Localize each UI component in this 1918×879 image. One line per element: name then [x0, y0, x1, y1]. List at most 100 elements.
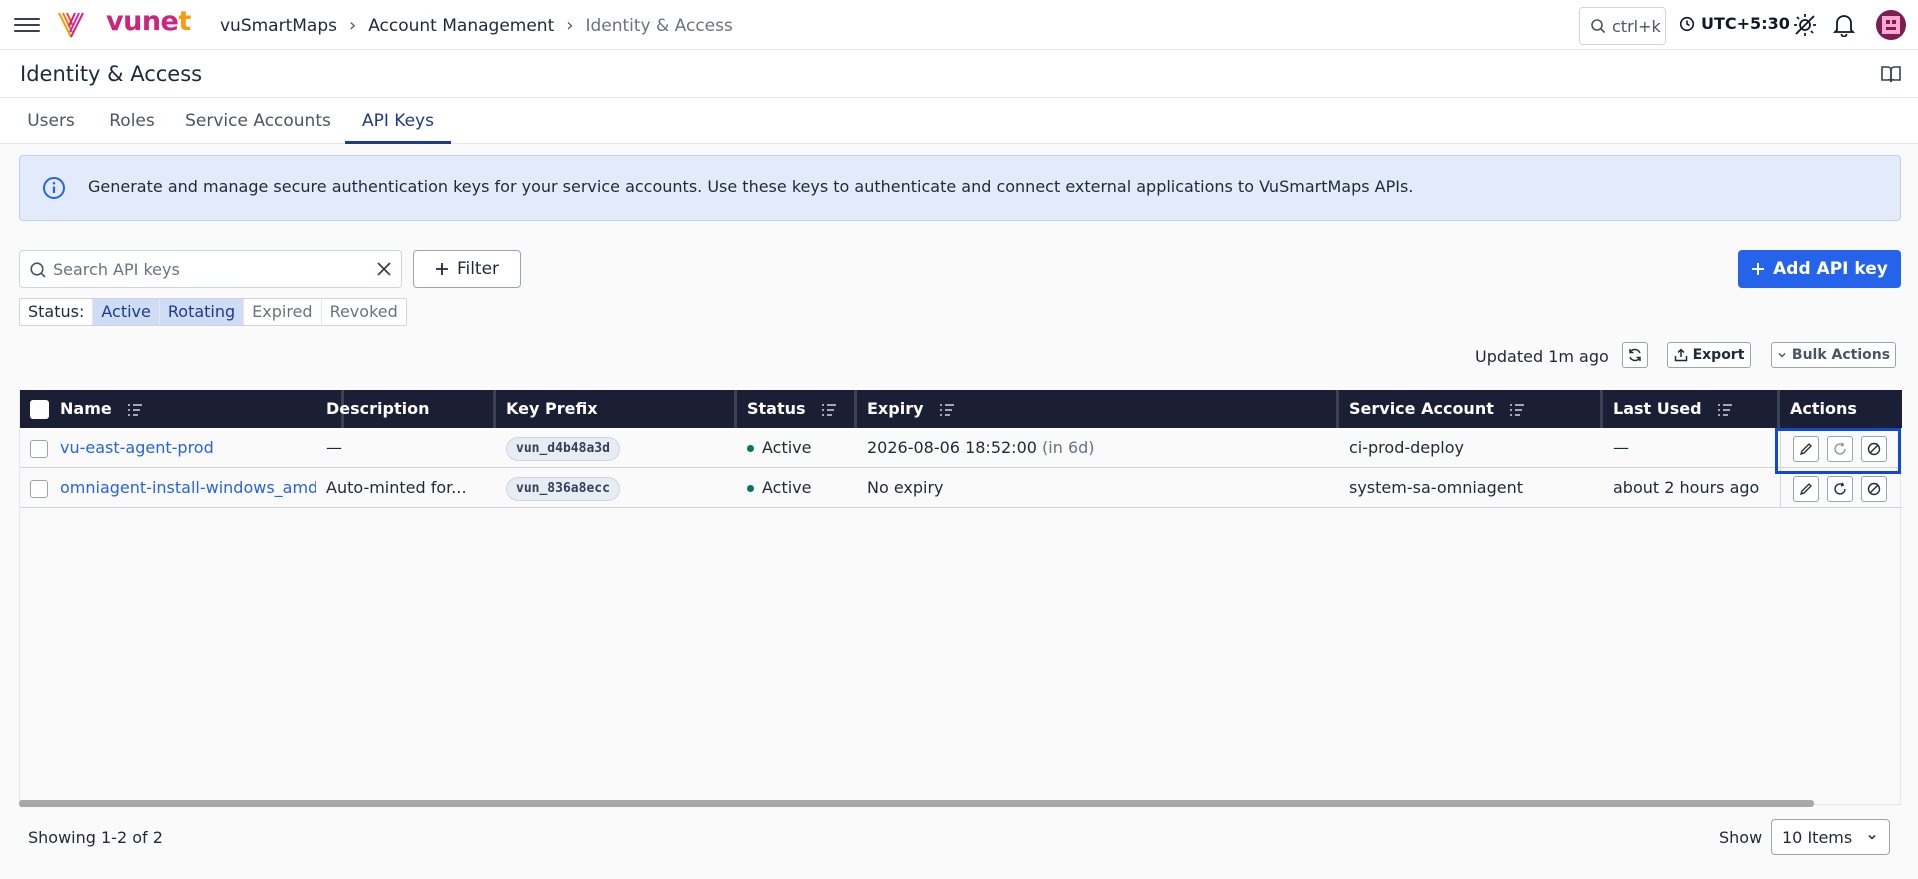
book-icon[interactable]	[1880, 64, 1902, 84]
expiry-cell: 2026-08-06 18:52:00 (in 6d)	[857, 428, 1339, 468]
export-button[interactable]: Export	[1667, 342, 1751, 368]
column-header-expiry[interactable]: Expiry	[857, 390, 1339, 428]
pencil-icon	[1799, 443, 1812, 456]
column-header-key-prefix: Key Prefix	[496, 390, 737, 428]
column-header-description: Description	[316, 390, 496, 428]
api-key-name-link[interactable]: omniagent-install-windows_amd64	[50, 468, 316, 508]
main-content: Generate and manage secure authenticatio…	[0, 144, 1918, 879]
info-banner-text: Generate and manage secure authenticatio…	[88, 177, 1414, 196]
key-prefix-badge: vun_836a8ecc	[506, 476, 620, 501]
table-row: omniagent-install-windows_amd64 Auto-min…	[20, 468, 1902, 508]
tab-roles[interactable]: Roles	[105, 98, 159, 144]
status-cell: Active	[737, 468, 857, 508]
key-prefix-cell: vun_836a8ecc	[496, 468, 737, 508]
status-option-rotating[interactable]: Rotating	[158, 299, 244, 325]
horizontal-scrollbar[interactable]	[19, 800, 1814, 807]
sort-icon[interactable]	[1717, 403, 1733, 417]
search-icon	[30, 262, 46, 278]
status-cell: Active	[737, 428, 857, 468]
row-checkbox[interactable]	[30, 440, 48, 458]
status-option-expired[interactable]: Expired	[243, 299, 320, 325]
column-header-status[interactable]: Status	[737, 390, 857, 428]
bulk-actions-button[interactable]: Bulk Actions	[1771, 342, 1896, 368]
plus-icon	[1752, 263, 1765, 275]
ban-icon	[1867, 442, 1881, 456]
status-option-active[interactable]: Active	[92, 299, 159, 325]
refresh-button[interactable]	[1622, 342, 1648, 368]
search-icon	[1591, 19, 1606, 34]
column-header-name[interactable]: Name	[50, 390, 344, 428]
plus-icon	[435, 263, 448, 275]
refresh-icon	[1629, 348, 1641, 362]
status-filter: Status: Active Rotating Expired Revoked	[19, 298, 407, 326]
menu-icon[interactable]	[14, 14, 40, 36]
status-text: Active	[762, 438, 812, 457]
sort-icon[interactable]	[1509, 403, 1525, 417]
user-avatar[interactable]	[1876, 10, 1906, 40]
edit-button[interactable]	[1793, 476, 1819, 502]
sort-icon[interactable]	[127, 403, 143, 417]
sort-icon[interactable]	[821, 403, 837, 417]
api-keys-table: Name Description Key Prefix Status Expir…	[19, 390, 1902, 805]
tab-users[interactable]: Users	[20, 98, 82, 144]
page-header: Identity & Access	[0, 50, 1918, 98]
ban-icon	[1867, 482, 1881, 496]
page-title: Identity & Access	[20, 62, 203, 86]
column-header-last-used[interactable]: Last Used	[1603, 390, 1780, 428]
select-all-checkbox[interactable]	[30, 400, 49, 419]
breadcrumb-identity-access: Identity & Access	[585, 15, 733, 36]
search-shortcut: ctrl+k	[1612, 16, 1661, 36]
page-size-select[interactable]: 10 Items	[1771, 819, 1890, 855]
status-text: Active	[762, 478, 812, 497]
row-checkbox[interactable]	[30, 480, 48, 498]
sort-icon[interactable]	[939, 403, 955, 417]
status-dot	[747, 485, 754, 492]
top-bar: vunet vuSmartMaps › Account Management ›…	[0, 0, 1918, 50]
filter-button[interactable]: Filter	[413, 250, 521, 288]
breadcrumb: vuSmartMaps › Account Management › Ident…	[220, 15, 733, 36]
global-search-button[interactable]: ctrl+k	[1579, 7, 1666, 45]
theme-toggle-icon[interactable]	[1792, 12, 1818, 38]
add-api-key-button[interactable]: Add API key	[1738, 250, 1901, 288]
api-key-name-link[interactable]: vu-east-agent-prod	[50, 428, 316, 468]
status-option-revoked[interactable]: Revoked	[320, 299, 406, 325]
rotate-button[interactable]	[1827, 476, 1853, 502]
breadcrumb-account-management[interactable]: Account Management	[368, 16, 554, 36]
column-header-service-account[interactable]: Service Account	[1339, 390, 1603, 428]
api-key-description: Auto-minted for...	[326, 478, 467, 497]
rotate-icon	[1834, 482, 1846, 495]
tab-api-keys[interactable]: API Keys	[345, 98, 451, 144]
service-account-cell: ci-prod-deploy	[1349, 438, 1464, 457]
bulk-actions-label: Bulk Actions	[1791, 347, 1891, 363]
rotate-button[interactable]	[1827, 436, 1853, 462]
breadcrumb-vusmartmaps[interactable]: vuSmartMaps	[220, 16, 337, 36]
expiry-cell: No expiry	[857, 468, 1339, 508]
chevron-down-icon	[1778, 352, 1786, 358]
api-key-description: —	[326, 438, 342, 457]
bell-icon[interactable]	[1831, 12, 1857, 38]
tab-bar: Users Roles Service Accounts API Keys	[0, 98, 1918, 144]
timezone-selector[interactable]: UTC+5:30	[1679, 14, 1790, 33]
vunet-logo-icon	[58, 12, 84, 38]
status-dot	[747, 445, 754, 452]
rotate-icon	[1834, 442, 1846, 455]
close-icon[interactable]	[375, 260, 393, 278]
key-prefix-cell: vun_d4b48a3d	[496, 428, 737, 468]
info-icon	[43, 177, 65, 199]
edit-button[interactable]	[1793, 436, 1819, 462]
timezone-label: UTC+5:30	[1701, 14, 1790, 33]
revoke-button[interactable]	[1861, 436, 1887, 462]
expiry-date: 2026-08-06 18:52:00	[867, 438, 1037, 457]
api-key-search	[19, 250, 402, 288]
vunet-logo: vunet	[106, 6, 191, 37]
revoke-button[interactable]	[1861, 476, 1887, 502]
info-banner: Generate and manage secure authenticatio…	[19, 155, 1901, 221]
last-used-cell: about 2 hours ago	[1613, 478, 1760, 497]
row-actions	[1780, 428, 1902, 468]
search-input[interactable]	[53, 252, 373, 286]
breadcrumb-separator: ›	[566, 15, 574, 36]
tab-service-accounts[interactable]: Service Accounts	[185, 98, 331, 144]
filter-button-label: Filter	[456, 259, 500, 279]
add-api-key-label: Add API key	[1773, 259, 1888, 279]
service-account-cell: system-sa-omniagent	[1349, 478, 1524, 497]
